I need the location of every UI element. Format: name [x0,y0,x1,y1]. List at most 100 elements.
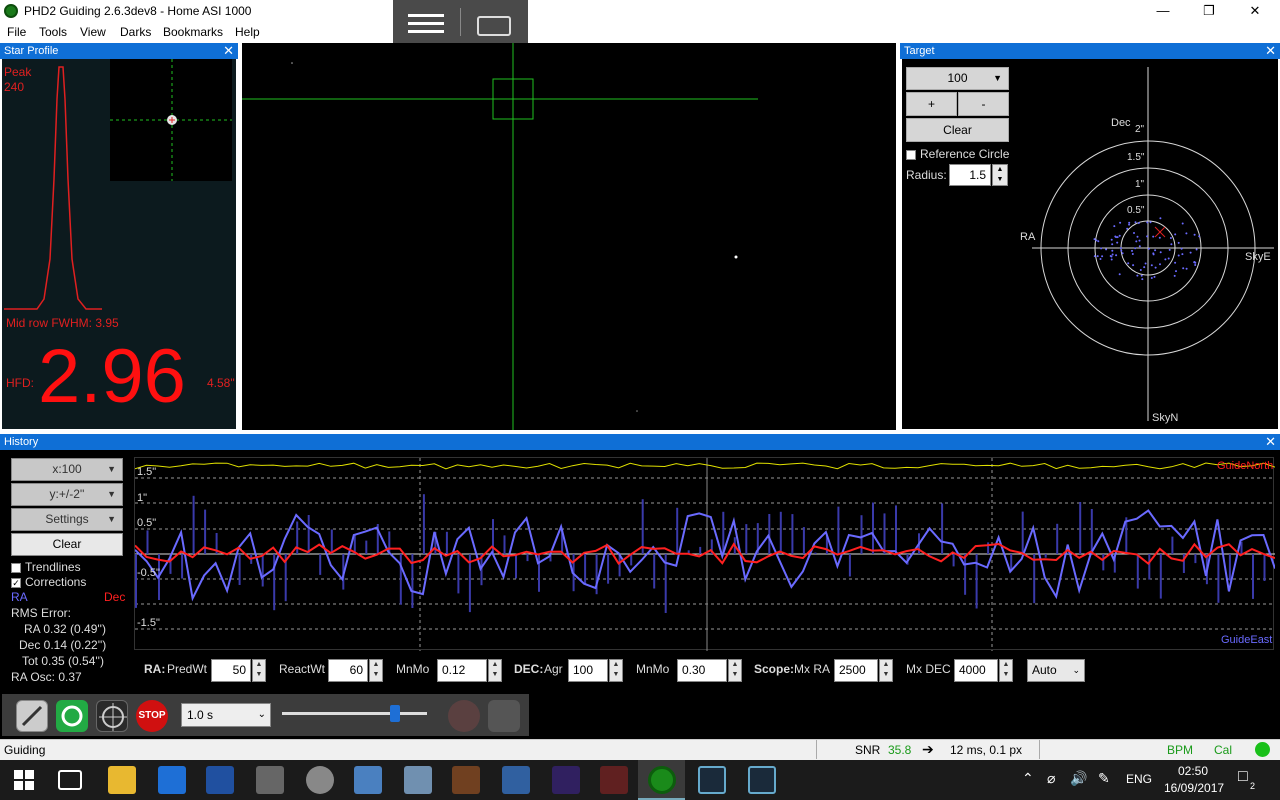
correction-bar [261,554,264,587]
checkmark-icon: ✓ [11,577,21,588]
planet-app-icon[interactable] [306,766,334,794]
target-dot [1118,273,1121,276]
wifi-icon[interactable]: ⌀ [1047,770,1055,787]
history-close-icon[interactable]: ✕ [1265,434,1276,450]
correction-bar [330,529,333,554]
target-dot [1173,274,1176,277]
pencil-icon[interactable] [16,700,48,732]
pen-icon[interactable]: ✎ [1098,770,1110,787]
brain-icon[interactable] [448,700,480,732]
x-scale-select[interactable]: x:100 ▼ [11,458,123,481]
star-profile-close-icon[interactable]: ✕ [223,43,234,59]
tools-icon[interactable] [488,700,520,732]
ra-mnmo-spinner[interactable]: ▲ ▼ [488,659,502,682]
menu-tools[interactable]: Tools [39,25,67,39]
camera-app-icon[interactable] [452,766,480,794]
target-dot [1131,253,1134,255]
predwt-input[interactable]: 50 [211,659,251,682]
rms-error-label: RMS Error: [11,606,71,620]
minimize-button[interactable]: — [1140,0,1186,22]
menu-darks[interactable]: Darks [120,25,151,39]
volume-icon[interactable]: 🔊 [1070,770,1087,787]
ascom-app-icon[interactable] [698,766,726,794]
target-dot [1110,258,1113,261]
clock-time[interactable]: 02:50 [1178,764,1208,778]
mxdec-spinner[interactable]: ▲ ▼ [999,659,1013,682]
target-dot [1101,255,1104,258]
exposure-value: 1.0 s [187,708,214,722]
maximize-button[interactable]: ❐ [1186,0,1232,22]
notifications-icon[interactable]: □ [1238,768,1248,786]
correction-bar [802,527,805,554]
telescope-app-icon[interactable] [502,766,530,794]
target-close-icon[interactable]: ✕ [1265,43,1276,59]
target-dot [1154,249,1157,252]
target-dot [1134,221,1137,224]
sharpcap-icon[interactable] [600,766,628,794]
target-view: 100 ▼ + - Clear Reference Circle Radius:… [902,59,1278,429]
edge-icon[interactable] [158,766,186,794]
checkbox-icon [11,562,21,573]
correction-bar [941,503,944,554]
windows-start-icon[interactable] [14,770,34,790]
keyboard-icon[interactable] [477,16,511,36]
history-header: History ✕ [0,434,1280,450]
close-button[interactable]: ✕ [1232,0,1278,22]
ascom-app-icon-2[interactable] [748,766,776,794]
predwt-spinner[interactable]: ▲ ▼ [252,659,266,682]
target-dot [1132,264,1135,267]
target-dot [1189,251,1192,254]
stop-button[interactable]: STOP [136,700,168,732]
mxdec-input[interactable]: 4000 [954,659,998,682]
corrections-checkbox[interactable]: ✓ Corrections [11,575,86,589]
history-graph: 1.5" 1" 0.5" -0.5" -1.5" GuideNorth Guid… [134,457,1275,651]
agr-input[interactable]: 100 [568,659,608,682]
gimp-icon[interactable] [256,766,284,794]
image-viewer-icon[interactable] [404,766,432,794]
corrections-label: Corrections [25,575,87,589]
target-dot [1185,232,1188,235]
dec-mnmo-input[interactable]: 0.30 [677,659,727,682]
correction-bar [676,507,679,554]
guide-icon[interactable] [96,700,128,732]
reactwt-input[interactable]: 60 [328,659,368,682]
exposure-select[interactable]: 1.0 s ⌄ [181,703,271,727]
correction-bar [814,552,817,554]
menu-file[interactable]: File [7,25,26,39]
stellarium-icon[interactable] [552,766,580,794]
camera-view[interactable] [242,43,896,430]
menu-help[interactable]: Help [235,25,260,39]
computer-app-icon[interactable] [354,766,382,794]
history-title: History [4,436,39,448]
clock-date[interactable]: 16/09/2017 [1164,781,1224,795]
y-scale-select[interactable]: y:+/-2'' ▼ [11,483,123,506]
loop-icon[interactable] [56,700,88,732]
task-view-icon[interactable] [58,770,82,790]
y-scale-value: y:+/-2'' [49,487,85,501]
correction-bar [883,513,886,554]
file-explorer-icon[interactable] [108,766,136,794]
target-dot [1136,274,1139,277]
gamma-slider[interactable] [282,705,427,722]
hamburger-menu-icon[interactable] [408,12,444,33]
dec-mnmo-spinner[interactable]: ▲ ▼ [728,659,742,682]
gamma-slider-thumb[interactable] [390,705,401,722]
menu-bookmarks[interactable]: Bookmarks [163,25,223,39]
ra-mnmo-input[interactable]: 0.12 [437,659,487,682]
mxra-input[interactable]: 2500 [834,659,878,682]
history-settings-button[interactable]: Settings ▼ [11,508,123,531]
ring-label-2: 2" [1135,124,1145,135]
chevron-up-icon[interactable]: ⌃ [1022,770,1034,787]
correction-bar [526,554,529,562]
menu-view[interactable]: View [80,25,106,39]
agr-spinner[interactable]: ▲ ▼ [609,659,623,682]
mxra-spinner[interactable]: ▲ ▼ [879,659,893,682]
trendlines-checkbox[interactable]: Trendlines [11,560,81,574]
peak-label: Peak [4,65,32,79]
language-indicator[interactable]: ENG [1126,772,1152,786]
save-app-icon[interactable] [206,766,234,794]
reactwt-spinner[interactable]: ▲ ▼ [369,659,383,682]
mode-select[interactable]: Auto ⌄ [1027,659,1085,682]
phd2-taskbar-button[interactable] [638,760,685,800]
history-clear-button[interactable]: Clear [11,533,123,556]
